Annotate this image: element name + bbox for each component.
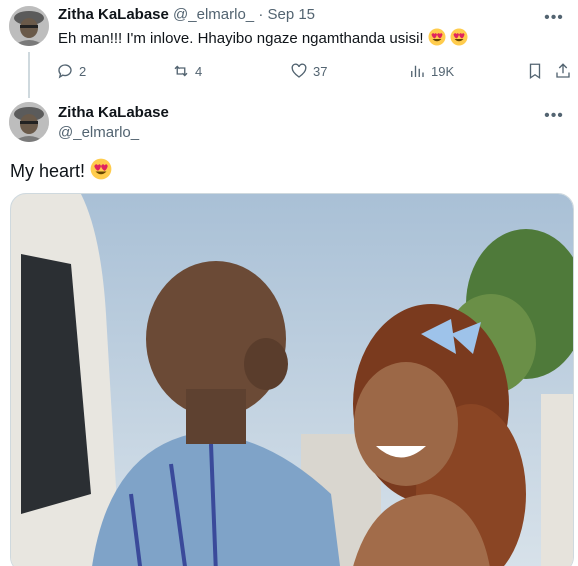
tweet-photo[interactable] [10,193,574,566]
reply-count: 2 [79,63,87,79]
tweet-text: Eh man!!! I'm inlove. Hhayibo ngaze ngam… [58,28,468,47]
tweet-date[interactable]: Sep 15 [267,6,315,23]
repost-icon [174,65,188,77]
reply-icon [58,64,72,79]
more-icon[interactable]: ••• [544,106,564,126]
heart-eyes-emoji-icon [428,28,446,46]
repost-count: 4 [195,63,203,79]
thread-connector [28,52,30,98]
author-handle[interactable]: @_elmarlo_ [173,6,254,23]
author-avatar[interactable] [9,102,49,142]
author-name[interactable]: Zitha KaLabase [58,104,169,121]
reply-button[interactable]: 2 [56,60,86,82]
heart-eyes-emoji-icon [450,28,468,46]
repost-button[interactable]: 4 [172,60,202,82]
tweet-text-content: Eh man!!! I'm inlove. Hhayibo ngaze ngam… [58,30,424,47]
tweet-text-content: My heart! [10,161,86,181]
like-button[interactable]: 37 [290,60,327,82]
heart-icon [291,63,307,78]
tweet-text: My heart! [10,158,112,182]
share-button[interactable] [554,60,572,82]
author-handle[interactable]: @_elmarlo_ [58,124,139,141]
bookmark-button[interactable] [526,60,544,82]
separator-dot: · [258,6,264,23]
tweet-header: Zitha KaLabase @_elmarlo_ · Sep 15 [58,6,315,23]
share-icon [556,63,570,78]
views-icon [411,65,424,77]
bookmark-icon [529,63,541,80]
views-button[interactable]: 19K [408,60,454,82]
author-avatar[interactable] [9,6,49,46]
author-name[interactable]: Zitha KaLabase [58,6,169,23]
like-count: 37 [313,63,328,79]
views-count: 19K [431,63,455,79]
heart-eyes-emoji-icon [90,158,112,180]
tweet-actions: 2 4 37 19K [56,60,572,82]
more-icon[interactable]: ••• [544,8,564,28]
